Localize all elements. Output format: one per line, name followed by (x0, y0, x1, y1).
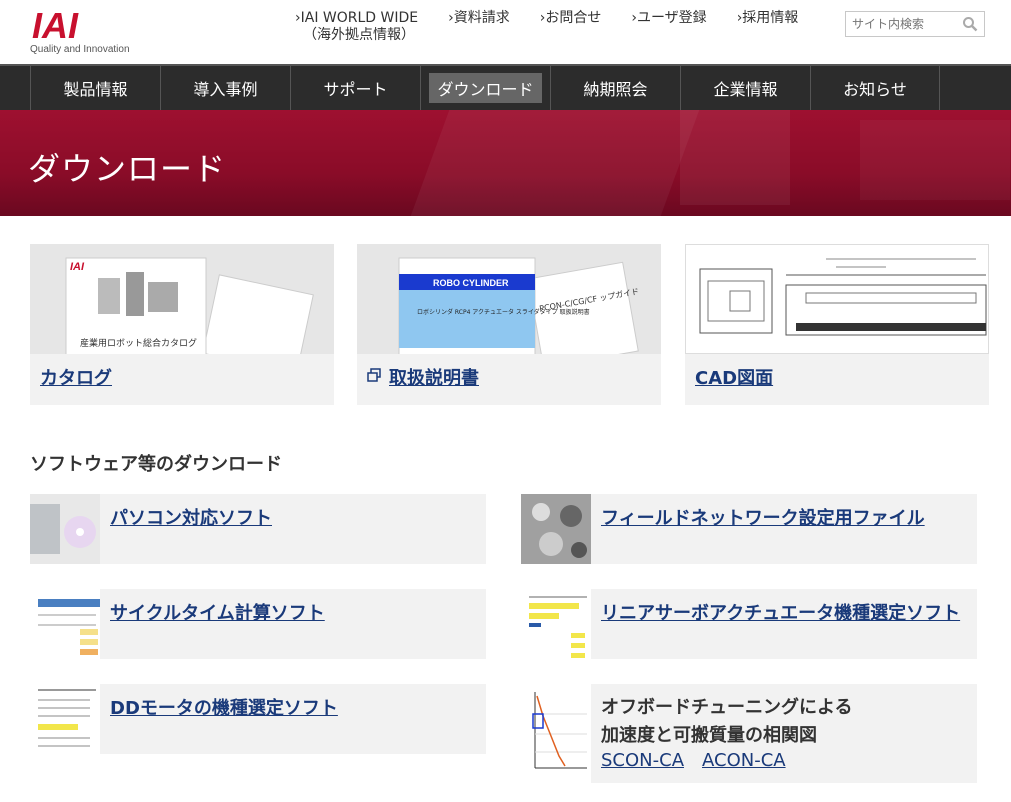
nav-news[interactable]: お知らせ (810, 66, 940, 110)
nav-case-studies[interactable]: 導入事例 (160, 66, 290, 110)
software-fieldnetwork[interactable]: フィールドネットワーク設定用ファイル (521, 494, 977, 564)
svg-text:産業用ロボット総合カタログ: 産業用ロボット総合カタログ (80, 337, 197, 349)
software-section-title: ソフトウェア等のダウンロード (30, 454, 282, 475)
util-link-recruit[interactable]: ›採用情報 (737, 10, 799, 44)
iai-logo[interactable]: IAI Quality and Innovation (30, 8, 130, 55)
linear-servo-link[interactable]: リニアサーボアクチュエータ機種選定ソフト (601, 599, 960, 625)
cycletime-thumbnail (30, 589, 100, 659)
search-icon[interactable] (962, 16, 978, 32)
dd-motor-link[interactable]: DDモータの機種選定ソフト (110, 694, 338, 720)
nav-company[interactable]: 企業情報 (680, 66, 810, 110)
pc-software-link[interactable]: パソコン対応ソフト (110, 504, 272, 530)
svg-text:IAI: IAI (70, 261, 85, 273)
linear-servo-thumbnail (521, 589, 591, 659)
util-link-world-wide[interactable]: ›IAI WORLD WIDE （海外拠点情報） (295, 10, 418, 44)
dd-motor-thumbnail (30, 684, 100, 754)
nav-support[interactable]: サポート (290, 66, 420, 110)
cycletime-link[interactable]: サイクルタイム計算ソフト (110, 599, 325, 625)
external-window-icon (367, 368, 381, 382)
card-manual[interactable]: PCON-C/CG/CF ップガイド ROBO CYLINDER ロボシリンダ … (357, 244, 661, 405)
utility-links: ›IAI WORLD WIDE （海外拠点情報） ›資料請求 ›お問合せ ›ユーザ… (295, 10, 828, 44)
util-link-user-register[interactable]: ›ユーザ登録 (631, 10, 706, 44)
software-pc[interactable]: パソコン対応ソフト (30, 494, 486, 564)
logo-mark: IAI (32, 8, 79, 42)
software-cycletime[interactable]: サイクルタイム計算ソフト (30, 589, 486, 659)
software-dd-motor[interactable]: DDモータの機種選定ソフト (30, 684, 486, 754)
page-title: ダウンロード (28, 150, 227, 188)
site-search (845, 11, 985, 37)
card-catalog[interactable]: IAI 産業用ロボット総合カタログ カタログ (30, 244, 334, 405)
cad-thumbnail (685, 244, 989, 354)
svg-text:ROBO CYLINDER: ROBO CYLINDER (433, 278, 509, 288)
nav-delivery[interactable]: 納期照会 (550, 66, 680, 110)
software-offboard-tuning: オフボードチューニングによる 加速度と可搬質量の相関図 SCON-CA ACON… (521, 684, 977, 783)
pc-software-thumbnail (30, 494, 100, 564)
logo-tagline: Quality and Innovation (30, 44, 130, 55)
card-cad[interactable]: CAD図面 (685, 244, 989, 405)
software-linear-servo[interactable]: リニアサーボアクチュエータ機種選定ソフト (521, 589, 977, 659)
util-link-request[interactable]: ›資料請求 (448, 10, 510, 44)
cad-link[interactable]: CAD図面 (695, 364, 773, 390)
tuning-heading-line1: オフボードチューニングによる (601, 697, 853, 718)
page-banner: ダウンロード (0, 110, 1011, 216)
manual-thumbnail: PCON-C/CG/CF ップガイド ROBO CYLINDER ロボシリンダ … (357, 244, 661, 354)
nav-products[interactable]: 製品情報 (30, 66, 160, 110)
scon-ca-link[interactable]: SCON-CA (601, 750, 684, 771)
acon-ca-link[interactable]: ACON-CA (702, 750, 786, 771)
util-link-contact[interactable]: ›お問合せ (540, 10, 602, 44)
svg-text:ロボシリンダ RCP4 アクチュエータ スライダタイプ 取扱: ロボシリンダ RCP4 アクチュエータ スライダタイプ 取扱説明書 (417, 308, 590, 316)
fieldnetwork-thumbnail (521, 494, 591, 564)
tuning-heading-line2: 加速度と可搬質量の相関図 (601, 725, 817, 746)
manual-link[interactable]: 取扱説明書 (389, 364, 479, 390)
nav-download[interactable]: ダウンロード (420, 66, 550, 110)
fieldnetwork-link[interactable]: フィールドネットワーク設定用ファイル (601, 504, 925, 530)
tuning-chart-thumbnail (521, 684, 591, 783)
catalog-thumbnail: IAI 産業用ロボット総合カタログ (30, 244, 334, 354)
svg-text:IAI: IAI (32, 8, 79, 42)
search-input[interactable] (846, 12, 956, 36)
catalog-link[interactable]: カタログ (40, 364, 112, 390)
site-header: IAI Quality and Innovation ›IAI WORLD WI… (0, 0, 1011, 64)
global-nav: 製品情報 導入事例 サポート ダウンロード 納期照会 企業情報 お知らせ (0, 64, 1011, 110)
